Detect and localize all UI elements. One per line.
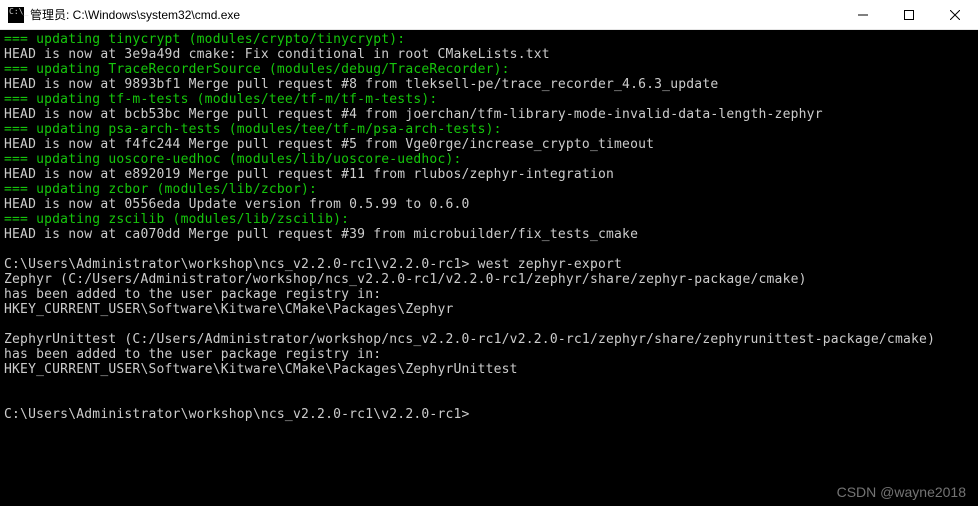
terminal-line: HEAD is now at 3e9a49d cmake: Fix condit…	[4, 47, 974, 62]
maximize-button[interactable]	[886, 0, 932, 29]
terminal-line: HEAD is now at 9893bf1 Merge pull reques…	[4, 77, 974, 92]
terminal-text: C:\Users\Administrator\workshop\ncs_v2.2…	[4, 407, 470, 422]
terminal-text: === updating uoscore-uedhoc (modules/lib…	[4, 152, 462, 167]
terminal-text: HKEY_CURRENT_USER\Software\Kitware\CMake…	[4, 362, 518, 377]
terminal-line: has been added to the user package regis…	[4, 287, 974, 302]
terminal-text: === updating tinycrypt (modules/crypto/t…	[4, 32, 405, 47]
terminal-text: ZephyrUnittest (C:/Users/Administrator/w…	[4, 332, 935, 347]
terminal-text: HEAD is now at e892019 Merge pull reques…	[4, 167, 614, 182]
terminal-line: === updating psa-arch-tests (modules/tee…	[4, 122, 974, 137]
terminal-line: HKEY_CURRENT_USER\Software\Kitware\CMake…	[4, 302, 974, 317]
terminal-line: === updating TraceRecorderSource (module…	[4, 62, 974, 77]
window-titlebar: 管理员: C:\Windows\system32\cmd.exe	[0, 0, 978, 30]
terminal-line	[4, 317, 974, 332]
watermark-text: CSDN @wayne2018	[837, 484, 966, 500]
terminal-output[interactable]: === updating tinycrypt (modules/crypto/t…	[0, 30, 978, 424]
terminal-text: HEAD is now at 9893bf1 Merge pull reques…	[4, 77, 718, 92]
terminal-line: HEAD is now at f4fc244 Merge pull reques…	[4, 137, 974, 152]
terminal-line: === updating tf-m-tests (modules/tee/tf-…	[4, 92, 974, 107]
maximize-icon	[904, 10, 914, 20]
terminal-line: Zephyr (C:/Users/Administrator/workshop/…	[4, 272, 974, 287]
terminal-line: === updating uoscore-uedhoc (modules/lib…	[4, 152, 974, 167]
window-title: 管理员: C:\Windows\system32\cmd.exe	[30, 6, 840, 23]
terminal-line: HEAD is now at e892019 Merge pull reques…	[4, 167, 974, 182]
terminal-line: C:\Users\Administrator\workshop\ncs_v2.2…	[4, 407, 974, 422]
terminal-text: === updating tf-m-tests (modules/tee/tf-…	[4, 92, 437, 107]
terminal-line: has been added to the user package regis…	[4, 347, 974, 362]
terminal-line	[4, 242, 974, 257]
terminal-text: === updating psa-arch-tests (modules/tee…	[4, 122, 502, 137]
minimize-icon	[858, 10, 868, 20]
terminal-line: === updating tinycrypt (modules/crypto/t…	[4, 32, 974, 47]
terminal-text: Zephyr (C:/Users/Administrator/workshop/…	[4, 272, 807, 287]
terminal-text: HEAD is now at ca070dd Merge pull reques…	[4, 227, 638, 242]
terminal-line: HKEY_CURRENT_USER\Software\Kitware\CMake…	[4, 362, 974, 377]
terminal-line: ZephyrUnittest (C:/Users/Administrator/w…	[4, 332, 974, 347]
terminal-line	[4, 377, 974, 392]
close-button[interactable]	[932, 0, 978, 29]
terminal-text: === updating zcbor (modules/lib/zcbor):	[4, 182, 317, 197]
terminal-text: HKEY_CURRENT_USER\Software\Kitware\CMake…	[4, 302, 454, 317]
terminal-text: === updating zscilib (modules/lib/zscili…	[4, 212, 349, 227]
minimize-button[interactable]	[840, 0, 886, 29]
terminal-text: has been added to the user package regis…	[4, 347, 381, 362]
terminal-line: === updating zcbor (modules/lib/zcbor):	[4, 182, 974, 197]
terminal-line: C:\Users\Administrator\workshop\ncs_v2.2…	[4, 257, 974, 272]
close-icon	[950, 10, 960, 20]
window-controls	[840, 0, 978, 29]
terminal-line: HEAD is now at 0556eda Update version fr…	[4, 197, 974, 212]
terminal-text: HEAD is now at 3e9a49d cmake: Fix condit…	[4, 47, 550, 62]
terminal-text: has been added to the user package regis…	[4, 287, 381, 302]
terminal-text: HEAD is now at 0556eda Update version fr…	[4, 197, 470, 212]
cmd-icon	[8, 7, 24, 23]
terminal-line	[4, 392, 974, 407]
terminal-text: HEAD is now at f4fc244 Merge pull reques…	[4, 137, 654, 152]
terminal-line: HEAD is now at ca070dd Merge pull reques…	[4, 227, 974, 242]
terminal-text: HEAD is now at bcb53bc Merge pull reques…	[4, 107, 823, 122]
terminal-text: === updating TraceRecorderSource (module…	[4, 62, 510, 77]
terminal-line: === updating zscilib (modules/lib/zscili…	[4, 212, 974, 227]
terminal-line: HEAD is now at bcb53bc Merge pull reques…	[4, 107, 974, 122]
terminal-text: C:\Users\Administrator\workshop\ncs_v2.2…	[4, 257, 622, 272]
